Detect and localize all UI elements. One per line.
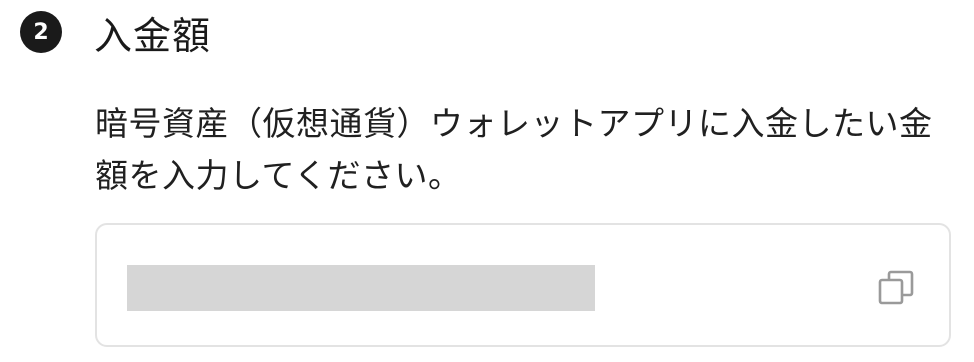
amount-field[interactable] bbox=[95, 223, 951, 347]
step-title: 入金額 bbox=[94, 13, 212, 58]
copy-icon bbox=[878, 270, 914, 305]
instruction-text: 暗号資産（仮想通貨）ウォレットアプリに入金したい金額を入力してください。 bbox=[95, 104, 933, 195]
amount-value-redacted bbox=[127, 265, 595, 311]
step-header: 2 入金額 bbox=[20, 4, 211, 60]
step-number-badge: 2 bbox=[20, 11, 62, 53]
copy-button[interactable] bbox=[873, 265, 919, 311]
